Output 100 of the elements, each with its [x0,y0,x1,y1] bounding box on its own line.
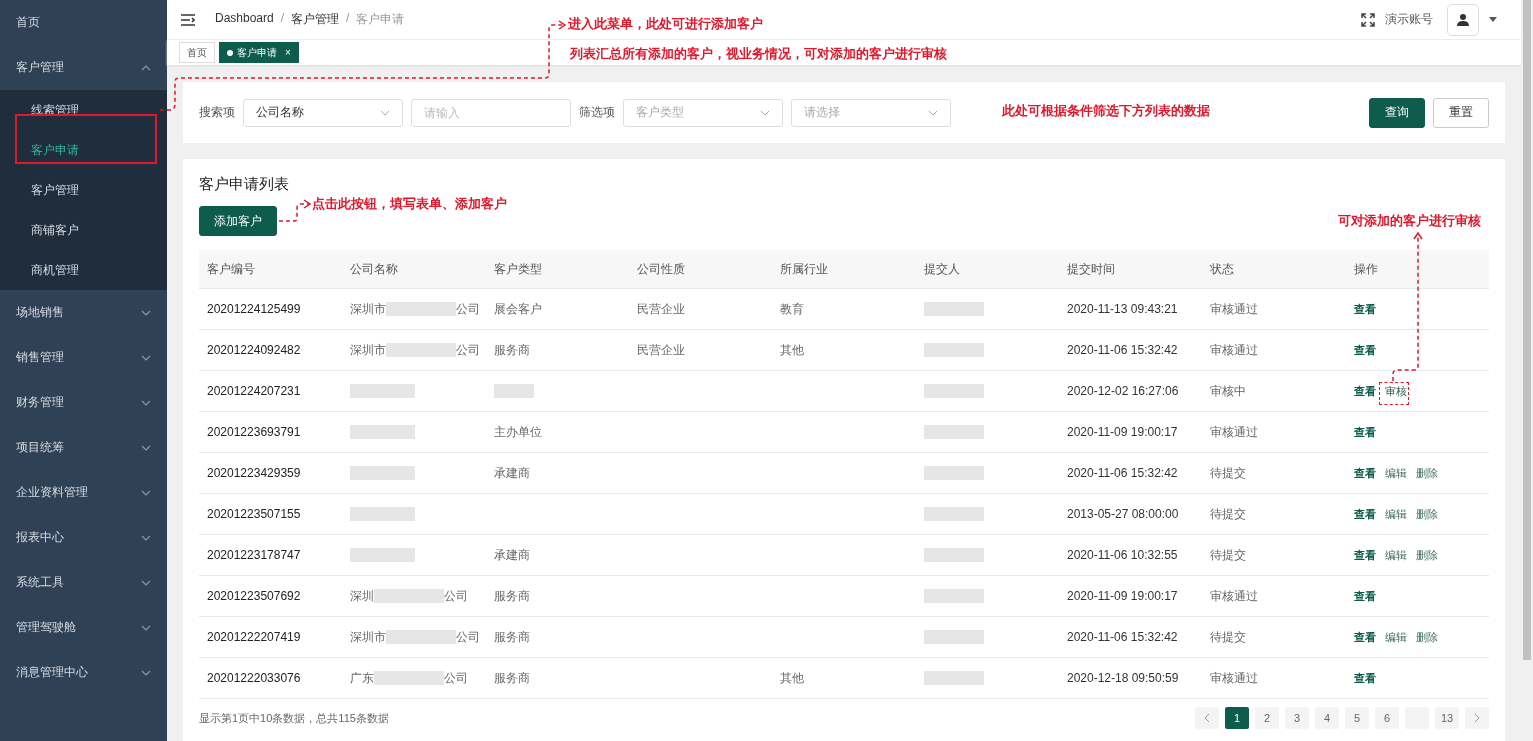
field-label: 筛选项 [579,104,615,121]
breadcrumb-item[interactable]: Dashboard [215,11,274,28]
annotation-text: 列表汇总所有添加的客户，视业务情况，可对添加的客户进行审核 [570,45,947,63]
table-cell: 20201223178747 [207,548,301,562]
table-cell: 20201223429359 [207,466,301,480]
table-cell: 承建商 [493,547,530,562]
table-cell: 公司 [444,587,469,605]
table-cell: 2013-05-27 08:00:00 [1066,507,1179,521]
page-button[interactable]: 5 [1345,707,1369,729]
field-label: 搜索项 [199,104,235,121]
delete-link[interactable]: 删除 [1415,548,1438,561]
view-link[interactable]: 查看 [1353,466,1376,479]
table-cell: 待提交 [1210,506,1247,521]
view-link[interactable]: 查看 [1353,302,1376,315]
view-link[interactable]: 查看 [1353,630,1376,643]
submenu-item[interactable]: 商铺客户 [0,210,167,250]
menu-item[interactable]: 报表中心 [0,515,167,560]
table-cell: 承建商 [493,465,530,480]
menu-item[interactable]: 管理驾驶舱 [0,605,167,650]
redacted-block [923,630,984,645]
table-cell: 公司 [444,669,469,687]
menu-item[interactable]: 消息管理中心 [0,650,167,695]
submenu-item[interactable]: 客户管理 [0,170,167,210]
view-link[interactable]: 查看 [1353,384,1376,397]
caret-down-icon[interactable] [1489,17,1497,22]
page-button[interactable]: 2 [1255,707,1279,729]
redacted-block [923,466,984,481]
menu-item[interactable]: 企业资料管理 [0,470,167,515]
menu-item[interactable]: 财务管理 [0,380,167,425]
add-customer-button[interactable]: 添加客户 [199,206,277,236]
column-header: 提交时间 [1058,250,1203,289]
delete-link[interactable]: 删除 [1415,630,1438,643]
highlight-box [1379,382,1409,405]
view-link[interactable]: 查看 [1353,589,1376,602]
table-cell: 服务商 [493,629,530,644]
menu-item[interactable]: 客户管理 [0,45,167,90]
search-input[interactable]: 请输入 [411,98,571,127]
redacted-block [350,384,416,399]
account-name: 演示账号 [1385,11,1433,28]
reset-button[interactable]: 重置 [1433,97,1489,128]
view-link[interactable]: 查看 [1353,548,1376,561]
table-cell: 民营企业 [637,301,685,316]
redacted-block [923,302,984,317]
page-button[interactable]: 4 [1315,707,1339,729]
table-cell: 20201223507692 [207,589,301,603]
menu-item[interactable]: 场地销售 [0,290,167,335]
view-link[interactable]: 查看 [1353,343,1376,356]
delete-link[interactable]: 删除 [1415,507,1438,520]
annotation-text: 可对添加的客户进行审核 [1338,212,1481,230]
page-button[interactable]: 6 [1375,707,1399,729]
menu-item[interactable]: 销售管理 [0,335,167,380]
table-cell: 2020-12-02 16:27:06 [1066,384,1179,398]
breadcrumb-separator: / [280,11,285,27]
page-button[interactable]: 1 [1225,707,1249,729]
redacted-block [386,630,457,644]
redacted-block [923,671,984,686]
table-cell: 2020-11-09 19:00:17 [1066,589,1178,603]
table-cell: 20201222033076 [207,671,301,685]
chevron-right-icon [1474,713,1480,723]
table-cell: 民营企业 [637,342,685,357]
view-link[interactable]: 查看 [1353,671,1376,684]
table-cell: 公司 [456,628,481,646]
menu-fold-icon[interactable] [181,13,195,26]
column-header: 操作 [1345,250,1489,289]
query-button[interactable]: 查询 [1369,97,1425,128]
fullscreen-icon[interactable] [1361,12,1375,27]
chevron-down-icon [380,109,390,116]
redacted-block [386,302,457,316]
page-tab[interactable]: 首页 [179,42,215,63]
menu-item[interactable]: 系统工具 [0,560,167,605]
redacted-block [374,671,445,685]
submenu-item[interactable]: 客户申请 [0,130,167,170]
table-cell: 服务商 [493,588,530,603]
avatar[interactable] [1447,3,1479,36]
menu-item[interactable]: 项目统筹 [0,425,167,470]
table-cell: 2020-12-18 09:50:59 [1066,671,1179,685]
page-button[interactable]: 3 [1285,707,1309,729]
edit-link[interactable]: 编辑 [1384,630,1407,643]
table-cell: 2020-11-06 15:32:42 [1066,630,1178,644]
table-cell: 广东 [350,669,375,687]
table-cell: 20201223693791 [207,425,301,439]
menu-item[interactable]: 首页 [0,0,167,45]
list-title: 客户申请列表 [199,175,290,194]
page-button[interactable]: 13 [1435,707,1459,729]
search-field-select[interactable]: 公司名称 [243,98,403,127]
delete-link[interactable]: 删除 [1415,466,1438,479]
edit-link[interactable]: 编辑 [1384,507,1407,520]
breadcrumb-item: 客户申请 [356,11,405,28]
submenu-item[interactable]: 商机管理 [0,250,167,290]
table-cell: 审核通过 [1210,670,1259,685]
table-cell: 待提交 [1210,629,1247,644]
page-tab[interactable]: 客户申请 × [219,42,299,63]
audit-link[interactable]: 审核 [1384,384,1407,397]
edit-link[interactable]: 编辑 [1384,466,1407,479]
chevron-left-icon [1204,713,1210,723]
edit-link[interactable]: 编辑 [1384,548,1407,561]
view-link[interactable]: 查看 [1353,425,1376,438]
breadcrumb-item[interactable]: 客户管理 [291,11,340,28]
table-cell: 主办单位 [493,424,542,439]
view-link[interactable]: 查看 [1353,507,1376,520]
